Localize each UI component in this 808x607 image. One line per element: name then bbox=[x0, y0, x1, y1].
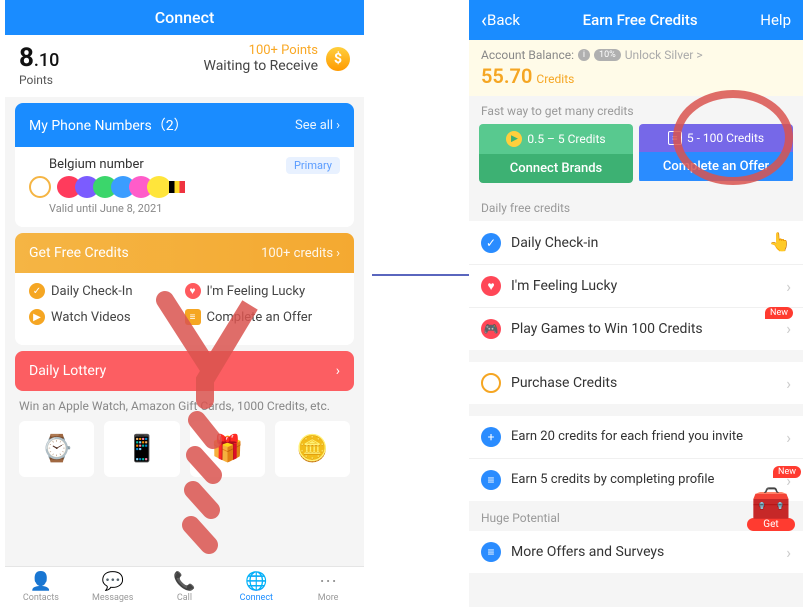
item-lucky[interactable]: ♥ I'm Feeling Lucky › bbox=[469, 265, 803, 308]
coin-icon: $ bbox=[326, 47, 350, 71]
credit-lucky[interactable]: ♥I'm Feeling Lucky bbox=[185, 283, 341, 299]
credit-offer[interactable]: ≡Complete an Offer bbox=[185, 309, 341, 325]
chevron-right-icon: › bbox=[786, 277, 791, 296]
points-label: Points bbox=[19, 73, 59, 87]
unlock-link[interactable]: Unlock Silver > bbox=[625, 48, 703, 62]
connect-brands-button[interactable]: ▶0.5 – 5 Credits Connect Brands bbox=[479, 124, 633, 183]
badge-icon bbox=[29, 176, 51, 198]
credits-count: 100+ credits bbox=[261, 246, 333, 261]
my-numbers-header[interactable]: My Phone Numbers（2） See all› bbox=[15, 103, 354, 147]
messages-icon: 💬 bbox=[77, 571, 149, 592]
back-button[interactable]: ‹Back bbox=[481, 8, 520, 32]
play-icon: ▶ bbox=[29, 309, 45, 325]
new-badge: New bbox=[765, 307, 793, 319]
my-numbers-title: My Phone Numbers（2） bbox=[29, 115, 188, 135]
chevron-right-icon: › bbox=[786, 319, 791, 338]
credit-checkin[interactable]: ✓Daily Check-In bbox=[29, 283, 185, 299]
annotation-arrow bbox=[370, 265, 485, 285]
heart-icon: ♥ bbox=[481, 276, 501, 296]
contacts-icon: 👤 bbox=[5, 571, 77, 592]
account-balance-label: Account Balance: bbox=[481, 48, 574, 62]
chevron-right-icon: › bbox=[336, 118, 340, 133]
prize-phone[interactable]: 📱 bbox=[104, 421, 179, 477]
call-icon: 📞 bbox=[149, 571, 221, 592]
gamepad-icon: 🎮 bbox=[481, 319, 501, 339]
tab-messages[interactable]: 💬Messages bbox=[77, 571, 149, 603]
list-icon: ≡ bbox=[668, 131, 682, 145]
help-button[interactable]: Help bbox=[760, 11, 791, 29]
complete-offer-button[interactable]: ≡5 - 100 Credits Complete an Offer bbox=[639, 124, 793, 183]
page-title: Earn Free Credits bbox=[583, 11, 698, 29]
item-purchase[interactable]: $ Purchase Credits › bbox=[469, 362, 803, 404]
waiting-text: Waiting to Receive bbox=[204, 58, 319, 74]
tab-call[interactable]: 📞Call bbox=[149, 571, 221, 603]
header: ‹Back Earn Free Credits Help bbox=[469, 0, 803, 40]
primary-badge: Primary bbox=[286, 157, 340, 174]
tab-contacts[interactable]: 👤Contacts bbox=[5, 571, 77, 603]
list-icon: ≡ bbox=[481, 542, 501, 562]
prize-gift[interactable]: 🎁 bbox=[190, 421, 265, 477]
prize-coins[interactable]: 🪙 bbox=[275, 421, 350, 477]
chevron-right-icon: › bbox=[786, 543, 791, 562]
points-dec: .10 bbox=[34, 50, 59, 71]
chest-icon: 🧰 bbox=[747, 484, 795, 522]
check-icon: ✓ bbox=[481, 233, 501, 253]
hand-tap-icon: 👆 bbox=[769, 232, 791, 253]
chevron-right-icon: › bbox=[336, 246, 340, 261]
info-icon[interactable]: i bbox=[578, 49, 590, 61]
heart-icon bbox=[147, 176, 171, 198]
valid-until: Valid until June 8, 2021 bbox=[49, 202, 340, 215]
chevron-right-icon: › bbox=[786, 374, 791, 393]
prize-watch[interactable]: ⌚ bbox=[19, 421, 94, 477]
get-credits-title: Get Free Credits bbox=[29, 245, 129, 261]
tab-connect[interactable]: 🌐Connect bbox=[220, 571, 292, 603]
get-credits-header[interactable]: Get Free Credits 100+ credits› bbox=[15, 233, 354, 273]
lottery-title: Daily Lottery bbox=[29, 363, 106, 379]
chevron-right-icon: › bbox=[336, 363, 340, 379]
dollar-icon: $ bbox=[481, 373, 501, 393]
check-icon: ✓ bbox=[29, 283, 45, 299]
heart-icon: ♥ bbox=[185, 283, 201, 299]
new-badge: New bbox=[773, 466, 801, 478]
profile-icon: ≡ bbox=[481, 470, 501, 490]
points-int: 8 bbox=[19, 43, 34, 73]
chevron-right-icon: › bbox=[786, 428, 791, 447]
person-add-icon: + bbox=[481, 427, 501, 447]
play-icon: ▶ bbox=[506, 131, 522, 147]
hearts-row bbox=[29, 176, 340, 198]
balance-amount: 55.70 bbox=[481, 64, 532, 88]
item-checkin[interactable]: ✓ Daily Check-in 👆 bbox=[469, 221, 803, 265]
more-icon: ⋯ bbox=[292, 571, 364, 592]
fast-way-label: Fast way to get many credits bbox=[469, 96, 803, 124]
list-icon: ≡ bbox=[185, 309, 201, 325]
waiting-points: 100+ Points bbox=[204, 43, 319, 58]
percent-badge: 10% bbox=[594, 49, 621, 61]
credits-label: Credits bbox=[536, 72, 574, 86]
lottery-header[interactable]: Daily Lottery › bbox=[15, 351, 354, 391]
item-games[interactable]: 🎮 Play Games to Win 100 Credits New › bbox=[469, 308, 803, 350]
see-all[interactable]: See all bbox=[295, 118, 333, 133]
daily-credits-label: Daily free credits bbox=[469, 191, 803, 221]
globe-icon: 🌐 bbox=[220, 571, 292, 592]
header-title: Connect bbox=[5, 0, 364, 35]
balance-row: 8.10 Points 100+ Points Waiting to Recei… bbox=[5, 35, 364, 97]
belgium-flag-icon bbox=[169, 181, 185, 193]
item-more-offers[interactable]: ≡ More Offers and Surveys › bbox=[469, 531, 803, 573]
item-invite[interactable]: + Earn 20 credits for each friend you in… bbox=[469, 416, 803, 459]
treasure-chest[interactable]: 🧰 Get New bbox=[747, 484, 795, 532]
tab-bar: 👤Contacts 💬Messages 📞Call 🌐Connect ⋯More bbox=[5, 566, 364, 607]
lottery-subtitle: Win an Apple Watch, Amazon Gift Cards, 1… bbox=[5, 391, 364, 421]
tab-more[interactable]: ⋯More bbox=[292, 571, 364, 603]
credit-videos[interactable]: ▶Watch Videos bbox=[29, 309, 185, 325]
